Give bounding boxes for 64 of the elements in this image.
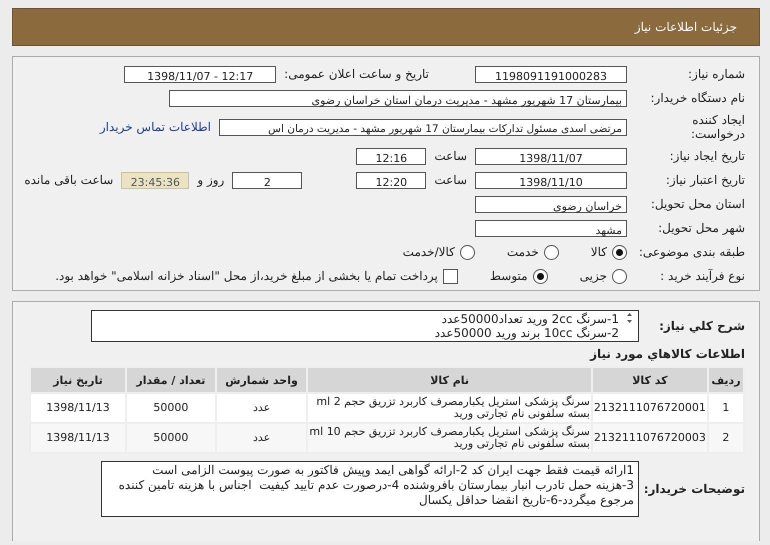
column-header: ردیف [708,367,744,393]
radio-label: خدمت [506,245,539,259]
field-label: تاریخ اعتبار نیاز: [664,173,745,187]
table-cell: 1398/11/13 [30,393,126,423]
radio-button[interactable] [612,244,627,260]
column-header: واحد شمارش [216,367,308,393]
section-title: اطلاعات كالاهاي مورد نياز [588,347,745,361]
column-header: نام کالا [307,367,592,393]
radio-button[interactable] [460,244,475,260]
table-cell: سرنگ پزشکی استریل یکبارمصرف کاربرد تزریق حجم 2 ml بسته سلفونی نام تجارتی ورید [307,393,592,423]
scroll-arrows-icon[interactable] [625,312,634,324]
field-label: تاریخ و ساعت اعلان عمومی: [284,67,429,81]
field-label: شرح كلي نياز: [658,319,745,333]
field-label: نام دستگاه خریدار: [650,91,745,105]
table-cell: عدد [216,393,308,423]
radio-label: کالا [590,245,607,259]
text-area[interactable]: 1-سرنگ 2cc ورید تعداد50000عدد 2-سرنگ 10cc برند ورید 50000عدد [91,310,639,342]
text-field[interactable]: 1198091191000283 [475,66,627,82]
date-field[interactable]: 1398/11/07 [475,148,627,164]
field-label: شماره نیاز: [687,67,745,81]
field-label: طبقه بندی موضوعی: [638,245,745,259]
checkbox[interactable] [442,268,458,284]
table-cell: 1 [708,393,744,423]
contact-info-link[interactable]: اطلاعات تماس خریدار [100,120,211,134]
column-header: کد کالا [592,367,708,393]
table-cell: 50000 [126,423,216,453]
text-field[interactable]: مشهد [475,220,627,236]
days-field[interactable]: 2 [232,172,302,188]
table-cell: 2 [708,423,744,453]
field-label: توضیحات خریدار: [645,482,745,496]
table-cell: 2132111076720003 [592,423,708,453]
radio-button[interactable] [532,268,548,284]
radio-label: جزیی [580,269,607,283]
table-cell: سرنگ پزشکی استریل یکبارمصرف کاربرد تزریق حجم 10 ml بسته سلفونی نام تجارتی ورید [307,423,592,453]
field-label: نوع فرآیند خرید : [659,269,745,283]
radio-label: متوسط [490,269,528,283]
time-field[interactable]: 12:20 [356,172,426,188]
table-cell: 2132111076720001 [592,393,708,423]
field-label: روز و [197,173,224,187]
text-field[interactable]: خراسان رضوی [475,196,627,212]
time-field[interactable]: 12:16 [356,148,426,164]
countdown-field[interactable]: 23:45:36 [121,172,190,188]
date-field[interactable]: 1398/11/10 [475,172,627,188]
table-cell: 50000 [126,393,216,423]
field-label: تاریخ ایجاد نیاز: [668,149,745,163]
column-header: تاریخ نیاز [30,367,126,393]
radio-button[interactable] [612,268,627,284]
table-cell: 1398/11/13 [30,423,126,453]
page-title: جزئیات اطلاعات نیاز [634,20,737,34]
radio-button[interactable] [544,244,559,260]
field-label: استان محل تحویل: [650,197,745,211]
column-header: تعداد / مقدار [126,367,216,393]
field-label: ساعت [434,149,467,163]
field-label: شهر محل تحویل: [657,221,745,235]
table-cell: عدد [216,423,308,453]
checkbox-label: پرداخت تمام یا بخشی از مبلغ خرید،از محل "اسناد خزانه اسلامی" خواهد بود. [55,269,438,283]
radio-label: کالا/خدمت [402,245,455,259]
text-area[interactable]: 1ارائه قیمت فقط جهت ایران کد 2-ارائه گواهی ایمد وپیش فاکتور به صورت پیوست الزامی است 3-هزینه حمل تادرب انبار بیمارستان بافروشنده 4-درصورت عدم تایید کیفیت اجناس با هزینه تامین کننده مرجوع میگردد-6-تاریخ انقضا حداقل یکسال [101,461,639,517]
text-field[interactable]: مرتضی اسدی مسئول تدارکات بیمارستان 17 شهریور مشهد - مدیریت درمان اس [219,118,627,136]
text-field[interactable]: بیمارستان 17 شهریور مشهد - مدیریت درمان استان خراسان رضوی [169,90,627,106]
field-label: ایجاد کننده درخواست: [690,113,745,141]
field-label: ساعت [434,173,467,187]
date-time-field[interactable]: 1398/11/07 - 12:17 [124,66,276,82]
field-label: ساعت باقی مانده [24,173,114,187]
